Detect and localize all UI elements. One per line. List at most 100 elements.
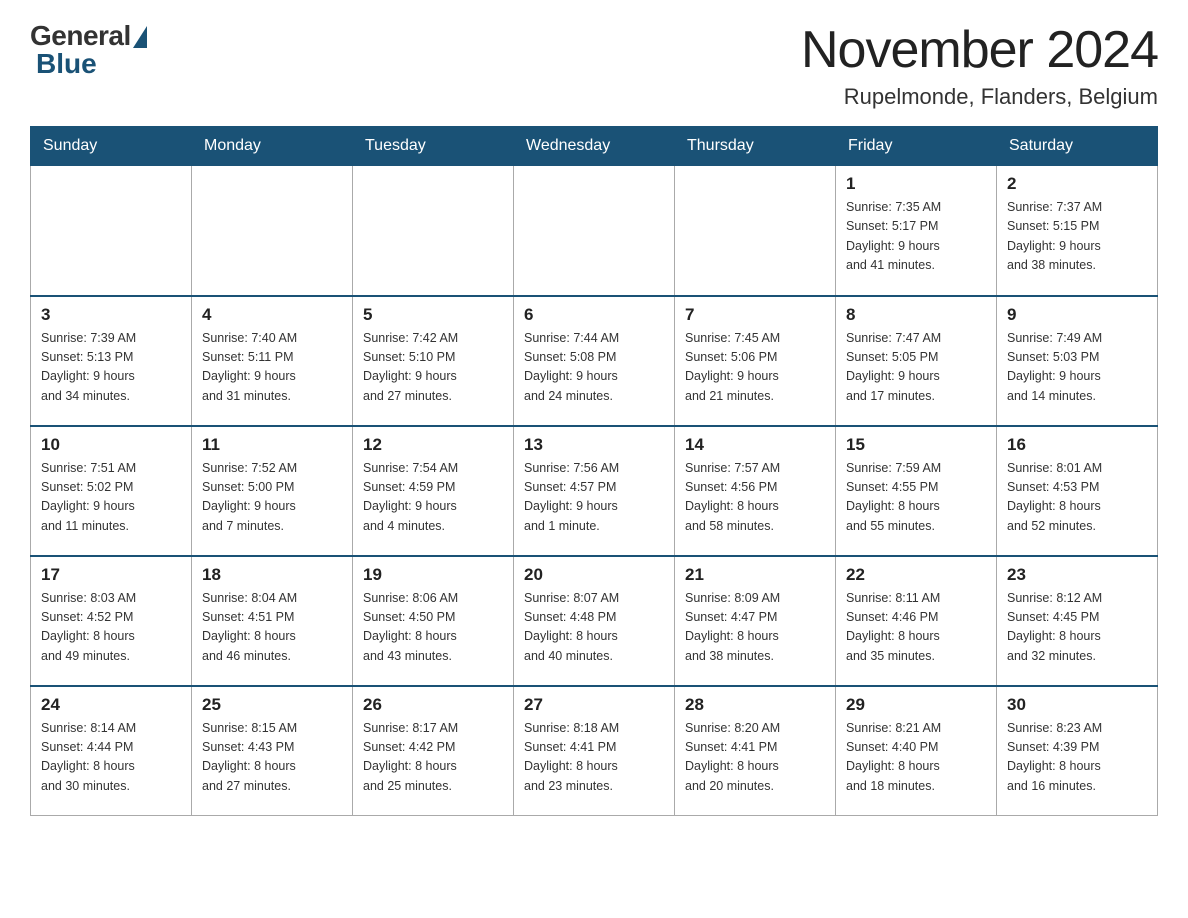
day-number: 13 [524,435,664,455]
day-info: Sunrise: 7:57 AM Sunset: 4:56 PM Dayligh… [685,459,825,537]
logo-blue-text: Blue [36,48,97,80]
day-number: 27 [524,695,664,715]
day-info: Sunrise: 8:21 AM Sunset: 4:40 PM Dayligh… [846,719,986,797]
calendar-cell: 27 Sunrise: 8:18 AM Sunset: 4:41 PM Dayli… [514,686,675,816]
day-number: 7 [685,305,825,325]
day-info: Sunrise: 8:01 AM Sunset: 4:53 PM Dayligh… [1007,459,1147,537]
calendar-header-saturday: Saturday [997,127,1158,166]
day-info: Sunrise: 8:04 AM Sunset: 4:51 PM Dayligh… [202,589,342,667]
calendar-cell: 6 Sunrise: 7:44 AM Sunset: 5:08 PM Daylig… [514,296,675,426]
calendar-cell: 5Sunrise: 7:42 AM Sunset: 5:10 PM Daylig… [353,296,514,426]
calendar-cell: 18Sunrise: 8:04 AM Sunset: 4:51 PM Dayli… [192,556,353,686]
calendar-header-tuesday: Tuesday [353,127,514,166]
calendar-cell: 12 Sunrise: 7:54 AM Sunset: 4:59 PM Dayli… [353,426,514,556]
month-title: November 2024 [801,20,1158,80]
calendar-cell: 16 Sunrise: 8:01 AM Sunset: 4:53 PM Dayli… [997,426,1158,556]
calendar-cell: 19 Sunrise: 8:06 AM Sunset: 4:50 PM Dayli… [353,556,514,686]
calendar-cell: 8 Sunrise: 7:47 AM Sunset: 5:05 PM Daylig… [836,296,997,426]
day-info: Sunrise: 8:11 AM Sunset: 4:46 PM Dayligh… [846,589,986,667]
day-info: Sunrise: 8:12 AM Sunset: 4:45 PM Dayligh… [1007,589,1147,667]
day-info: Sunrise: 7:56 AM Sunset: 4:57 PM Dayligh… [524,459,664,537]
calendar-cell [353,166,514,296]
day-number: 30 [1007,695,1147,715]
day-number: 26 [363,695,503,715]
day-number: 6 [524,305,664,325]
day-number: 29 [846,695,986,715]
day-info: Sunrise: 8:20 AM Sunset: 4:41 PM Dayligh… [685,719,825,797]
page-header: General Blue November 2024 Rupelmonde, F… [30,20,1158,110]
calendar-cell: 15 Sunrise: 7:59 AM Sunset: 4:55 PM Dayli… [836,426,997,556]
day-number: 19 [363,565,503,585]
calendar-cell [31,166,192,296]
calendar-cell: 13 Sunrise: 7:56 AM Sunset: 4:57 PM Dayli… [514,426,675,556]
calendar-header-sunday: Sunday [31,127,192,166]
day-number: 4 [202,305,342,325]
calendar-cell: 11Sunrise: 7:52 AM Sunset: 5:00 PM Dayli… [192,426,353,556]
calendar-cell: 7 Sunrise: 7:45 AM Sunset: 5:06 PM Daylig… [675,296,836,426]
calendar-table: SundayMondayTuesdayWednesdayThursdayFrid… [30,126,1158,816]
calendar-week-row: 3Sunrise: 7:39 AM Sunset: 5:13 PM Daylig… [31,296,1158,426]
calendar-cell [675,166,836,296]
calendar-header-row: SundayMondayTuesdayWednesdayThursdayFrid… [31,127,1158,166]
calendar-cell: 1 Sunrise: 7:35 AM Sunset: 5:17 PM Daylig… [836,166,997,296]
day-info: Sunrise: 8:03 AM Sunset: 4:52 PM Dayligh… [41,589,181,667]
calendar-cell: 10 Sunrise: 7:51 AM Sunset: 5:02 PM Dayli… [31,426,192,556]
day-info: Sunrise: 8:18 AM Sunset: 4:41 PM Dayligh… [524,719,664,797]
calendar-cell: 2Sunrise: 7:37 AM Sunset: 5:15 PM Daylig… [997,166,1158,296]
day-number: 11 [202,435,342,455]
calendar-cell: 3Sunrise: 7:39 AM Sunset: 5:13 PM Daylig… [31,296,192,426]
calendar-cell: 9 Sunrise: 7:49 AM Sunset: 5:03 PM Daylig… [997,296,1158,426]
calendar-cell: 24Sunrise: 8:14 AM Sunset: 4:44 PM Dayli… [31,686,192,816]
day-info: Sunrise: 7:54 AM Sunset: 4:59 PM Dayligh… [363,459,503,537]
calendar-header-friday: Friday [836,127,997,166]
logo-triangle-icon [133,26,147,48]
day-number: 16 [1007,435,1147,455]
day-number: 22 [846,565,986,585]
calendar-week-row: 17 Sunrise: 8:03 AM Sunset: 4:52 PM Dayli… [31,556,1158,686]
day-number: 8 [846,305,986,325]
calendar-cell: 23 Sunrise: 8:12 AM Sunset: 4:45 PM Dayli… [997,556,1158,686]
calendar-week-row: 24Sunrise: 8:14 AM Sunset: 4:44 PM Dayli… [31,686,1158,816]
day-number: 1 [846,174,986,194]
day-info: Sunrise: 7:45 AM Sunset: 5:06 PM Dayligh… [685,329,825,407]
day-info: Sunrise: 8:17 AM Sunset: 4:42 PM Dayligh… [363,719,503,797]
day-number: 9 [1007,305,1147,325]
calendar-cell: 21Sunrise: 8:09 AM Sunset: 4:47 PM Dayli… [675,556,836,686]
day-info: Sunrise: 7:59 AM Sunset: 4:55 PM Dayligh… [846,459,986,537]
day-info: Sunrise: 7:35 AM Sunset: 5:17 PM Dayligh… [846,198,986,276]
calendar-cell: 25Sunrise: 8:15 AM Sunset: 4:43 PM Dayli… [192,686,353,816]
day-number: 24 [41,695,181,715]
day-number: 2 [1007,174,1147,194]
calendar-cell: 22 Sunrise: 8:11 AM Sunset: 4:46 PM Dayli… [836,556,997,686]
logo: General Blue [30,20,147,80]
day-info: Sunrise: 7:44 AM Sunset: 5:08 PM Dayligh… [524,329,664,407]
day-number: 20 [524,565,664,585]
day-info: Sunrise: 8:15 AM Sunset: 4:43 PM Dayligh… [202,719,342,797]
day-info: Sunrise: 8:06 AM Sunset: 4:50 PM Dayligh… [363,589,503,667]
day-info: Sunrise: 7:39 AM Sunset: 5:13 PM Dayligh… [41,329,181,407]
day-info: Sunrise: 7:51 AM Sunset: 5:02 PM Dayligh… [41,459,181,537]
calendar-cell [514,166,675,296]
day-info: Sunrise: 7:40 AM Sunset: 5:11 PM Dayligh… [202,329,342,407]
day-number: 10 [41,435,181,455]
day-number: 17 [41,565,181,585]
day-info: Sunrise: 7:47 AM Sunset: 5:05 PM Dayligh… [846,329,986,407]
day-number: 14 [685,435,825,455]
calendar-header-thursday: Thursday [675,127,836,166]
calendar-cell: 30Sunrise: 8:23 AM Sunset: 4:39 PM Dayli… [997,686,1158,816]
calendar-cell: 28 Sunrise: 8:20 AM Sunset: 4:41 PM Dayli… [675,686,836,816]
calendar-cell [192,166,353,296]
day-number: 28 [685,695,825,715]
calendar-cell: 29 Sunrise: 8:21 AM Sunset: 4:40 PM Dayli… [836,686,997,816]
calendar-header-monday: Monday [192,127,353,166]
calendar-cell: 4 Sunrise: 7:40 AM Sunset: 5:11 PM Daylig… [192,296,353,426]
calendar-week-row: 10 Sunrise: 7:51 AM Sunset: 5:02 PM Dayli… [31,426,1158,556]
calendar-header-wednesday: Wednesday [514,127,675,166]
day-info: Sunrise: 7:49 AM Sunset: 5:03 PM Dayligh… [1007,329,1147,407]
day-number: 12 [363,435,503,455]
calendar-cell: 20Sunrise: 8:07 AM Sunset: 4:48 PM Dayli… [514,556,675,686]
calendar-cell: 26 Sunrise: 8:17 AM Sunset: 4:42 PM Dayli… [353,686,514,816]
calendar-cell: 17 Sunrise: 8:03 AM Sunset: 4:52 PM Dayli… [31,556,192,686]
day-number: 15 [846,435,986,455]
day-number: 23 [1007,565,1147,585]
